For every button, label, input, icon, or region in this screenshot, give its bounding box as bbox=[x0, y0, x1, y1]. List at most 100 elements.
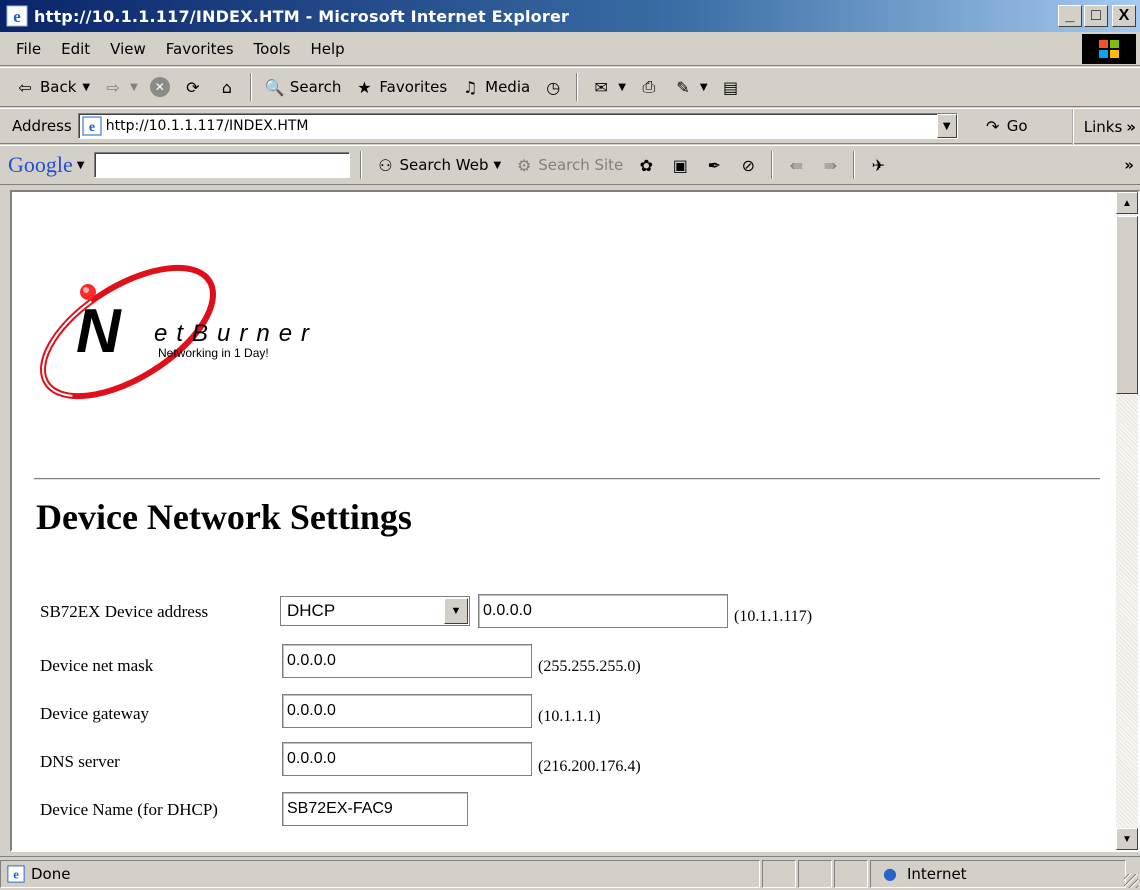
scroll-thumb[interactable] bbox=[1116, 216, 1138, 394]
media-icon: ♫ bbox=[462, 77, 478, 97]
home-button[interactable]: ⌂ bbox=[210, 72, 244, 102]
forward-arrow-icon: ⇨ bbox=[106, 77, 120, 97]
forward-button[interactable]: ⇨ ▼ bbox=[96, 72, 144, 102]
highlight-button[interactable]: ✒ bbox=[697, 154, 731, 176]
chevron-down-icon[interactable]: ▼ bbox=[77, 160, 85, 171]
menu-tools[interactable]: Tools bbox=[244, 40, 301, 58]
next-button[interactable]: ⇛ bbox=[813, 154, 847, 176]
title-bar: e http://10.1.1.117/INDEX.HTM - Microsof… bbox=[0, 0, 1140, 32]
options-button[interactable]: ✈ bbox=[861, 154, 895, 176]
chevron-down-icon[interactable]: ▼ bbox=[444, 598, 468, 624]
zone-label: Internet bbox=[907, 864, 967, 883]
media-label: Media bbox=[485, 78, 531, 96]
search-label: Search bbox=[289, 78, 342, 96]
menu-file[interactable]: File bbox=[6, 40, 51, 58]
gateway-label: Device gateway bbox=[40, 704, 150, 723]
history-icon: ◷ bbox=[546, 77, 561, 97]
address-mode-select[interactable]: DHCP ▼ bbox=[280, 596, 470, 626]
pagerank-icon: ✿ bbox=[639, 155, 653, 175]
device-name-input[interactable]: SB72EX-FAC9 bbox=[282, 792, 468, 826]
window-title: http://10.1.1.117/INDEX.HTM - Microsoft … bbox=[34, 6, 570, 26]
address-bar: Address e http://10.1.1.117/INDEX.HTM ▼ … bbox=[0, 108, 1140, 145]
page-title: Device Network Settings bbox=[36, 497, 412, 537]
logo-tagline: Networking in 1 Day! bbox=[158, 346, 269, 360]
search-button[interactable]: 🔍 Search bbox=[258, 72, 348, 102]
document-icon: ▤ bbox=[723, 77, 739, 97]
blocker-button[interactable]: ⊘ bbox=[731, 154, 765, 176]
scroll-up-button[interactable]: ▲ bbox=[1116, 192, 1138, 214]
resize-grip[interactable] bbox=[1124, 874, 1138, 888]
net-mask-label: Device net mask bbox=[40, 656, 154, 675]
discuss-button[interactable]: ▤ bbox=[714, 72, 748, 102]
binoculars-icon: ⚇ bbox=[378, 155, 393, 175]
address-input[interactable]: e http://10.1.1.117/INDEX.HTM ▼ bbox=[77, 113, 958, 139]
horizontal-divider bbox=[34, 478, 1100, 480]
google-search-input[interactable] bbox=[94, 152, 351, 178]
close-button[interactable]: X bbox=[1112, 5, 1136, 27]
search-web-label: Search Web bbox=[399, 156, 489, 174]
status-cell bbox=[762, 859, 796, 888]
toolbar-divider bbox=[360, 151, 363, 179]
svg-text:e: e bbox=[13, 7, 21, 26]
history-button[interactable]: ◷ bbox=[536, 72, 570, 102]
stop-button[interactable]: ✕ bbox=[144, 72, 176, 102]
mail-button[interactable]: ✉ ▼ bbox=[584, 72, 632, 102]
vertical-scrollbar[interactable]: ▲ ▼ bbox=[1116, 192, 1138, 850]
chevron-down-icon[interactable]: ▼ bbox=[618, 82, 626, 93]
toolbar-divider bbox=[249, 73, 252, 101]
page-info-button[interactable]: ▣ bbox=[663, 154, 697, 176]
minimize-button[interactable]: _ bbox=[1058, 5, 1082, 27]
edit-button[interactable]: ✎ ▼ bbox=[666, 72, 714, 102]
links-button[interactable]: Links » bbox=[1071, 109, 1140, 145]
menu-favorites[interactable]: Favorites bbox=[156, 40, 244, 58]
logo-wordmark: etBurner bbox=[154, 320, 319, 347]
menu-view[interactable]: View bbox=[100, 40, 156, 58]
standard-toolbar: ⇦ Back ▼ ⇨ ▼ ✕ ⟳ ⌂ 🔍 Search ★ Favorites … bbox=[0, 67, 1140, 107]
back-button[interactable]: ⇦ Back ▼ bbox=[8, 72, 96, 102]
toolbar-divider bbox=[853, 151, 856, 179]
previous-button[interactable]: ⇚ bbox=[779, 154, 813, 176]
device-address-hint: (10.1.1.117) bbox=[734, 608, 813, 625]
address-dropdown-button[interactable]: ▼ bbox=[936, 114, 957, 138]
menu-bar: File Edit View Favorites Tools Help bbox=[0, 32, 1140, 66]
home-icon: ⌂ bbox=[221, 77, 232, 97]
chevron-right-icon[interactable]: » bbox=[1124, 156, 1134, 174]
ie-icon: e bbox=[6, 5, 28, 27]
previous-icon: ⇚ bbox=[789, 155, 803, 175]
menu-help[interactable]: Help bbox=[301, 40, 355, 58]
popup-blocker-icon: ⊘ bbox=[741, 155, 755, 175]
address-url: http://10.1.1.117/INDEX.HTM bbox=[105, 118, 309, 134]
chevron-down-icon[interactable]: ▼ bbox=[130, 82, 138, 93]
status-panel: e Done bbox=[0, 859, 760, 888]
device-address-input[interactable]: 0.0.0.0 bbox=[478, 594, 728, 628]
mail-icon: ✉ bbox=[594, 77, 608, 97]
net-mask-input[interactable]: 0.0.0.0 bbox=[282, 644, 532, 678]
print-button[interactable]: ⎙ bbox=[632, 72, 666, 102]
chevron-down-icon[interactable]: ▼ bbox=[700, 82, 708, 93]
chevron-down-icon[interactable]: ▼ bbox=[493, 160, 501, 171]
search-web-button[interactable]: ⚇ Search Web ▼ bbox=[368, 154, 507, 176]
svg-text:e: e bbox=[13, 867, 19, 881]
menu-edit[interactable]: Edit bbox=[51, 40, 100, 58]
go-button[interactable]: ↷ Go bbox=[982, 115, 1028, 137]
maximize-button[interactable]: □ bbox=[1084, 5, 1108, 27]
favorites-button[interactable]: ★ Favorites bbox=[347, 72, 453, 102]
dns-server-input[interactable]: 0.0.0.0 bbox=[282, 742, 532, 776]
security-zone: ● Internet bbox=[870, 859, 1126, 888]
go-arrow-icon: ↷ bbox=[986, 116, 1000, 136]
net-mask-hint: (255.255.255.0) bbox=[538, 658, 641, 675]
go-label: Go bbox=[1006, 117, 1028, 135]
search-site-button[interactable]: ⚙ Search Site bbox=[507, 154, 629, 176]
refresh-button[interactable]: ⟳ bbox=[176, 72, 210, 102]
gateway-input[interactable]: 0.0.0.0 bbox=[282, 694, 532, 728]
media-button[interactable]: ♫ Media bbox=[453, 72, 536, 102]
next-icon: ⇛ bbox=[823, 155, 837, 175]
chevron-down-icon[interactable]: ▼ bbox=[82, 82, 90, 93]
scroll-down-button[interactable]: ▼ bbox=[1116, 828, 1138, 850]
svg-text:e: e bbox=[89, 120, 95, 135]
page-done-icon: e bbox=[7, 864, 25, 883]
search-site-label: Search Site bbox=[538, 156, 624, 174]
refresh-icon: ⟳ bbox=[186, 77, 200, 97]
pagerank-button[interactable]: ✿ bbox=[629, 154, 663, 176]
google-logo[interactable]: Google bbox=[0, 152, 73, 178]
